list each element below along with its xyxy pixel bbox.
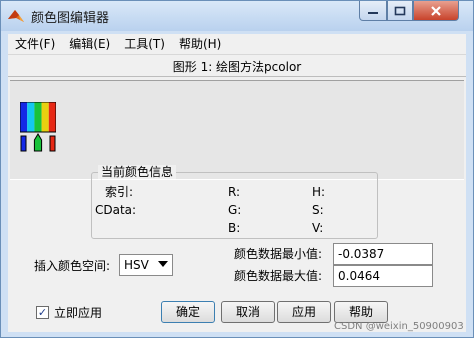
apply-now-label[interactable]: 立即应用 (54, 306, 102, 320)
apply-now-checkbox[interactable]: ✓ (36, 306, 49, 319)
colormap-editor-window: 颜色图编辑器 文件(F) 编辑(E) 工具(T) 帮助(H) 图形 1: 绘图方… (0, 0, 474, 338)
menu-bar: 文件(F) 编辑(E) 工具(T) 帮助(H) (8, 34, 466, 55)
cdata-label: CData: (95, 203, 137, 217)
window-title: 颜色图编辑器 (31, 11, 110, 26)
v-label: V: (312, 221, 324, 235)
cancel-button[interactable]: 取消 (221, 301, 275, 323)
marker-swatch[interactable] (49, 135, 56, 152)
menu-tools[interactable]: 工具(T) (117, 34, 172, 55)
r-label: R: (228, 185, 241, 199)
maximize-icon (394, 6, 406, 15)
marker-swatch[interactable] (20, 135, 27, 152)
interp-space-label: 插入颜色空间: (34, 259, 111, 273)
color-swatch[interactable] (20, 102, 28, 132)
colormap-preview[interactable] (10, 80, 464, 180)
selected-marker-icon[interactable] (33, 133, 43, 152)
menu-file[interactable]: 文件(F) (8, 34, 62, 55)
color-swatch[interactable] (48, 102, 56, 132)
minimize-button[interactable] (359, 1, 387, 21)
close-button[interactable] (413, 1, 459, 21)
minimize-icon (368, 11, 378, 14)
index-label: 索引: (105, 185, 134, 199)
color-swatch[interactable] (34, 102, 42, 132)
color-swatch[interactable] (41, 102, 49, 132)
watermark: CSDN @weixin_50900903 (334, 321, 464, 332)
cdata-min-label: 颜色数据最小值: (234, 247, 323, 261)
h-label: H: (312, 185, 326, 199)
menu-help[interactable]: 帮助(H) (172, 34, 228, 55)
title-bar[interactable]: 颜色图编辑器 (1, 1, 473, 31)
interp-space-value: HSV (124, 258, 149, 272)
client-area: 图形 1: 绘图方法pcolor 当前颜色信息 索引: CData: R: G:… (8, 55, 466, 332)
cdata-min-input[interactable]: -0.0387 (333, 243, 433, 265)
color-swatch[interactable] (27, 102, 35, 132)
colormap-strip[interactable] (20, 102, 56, 152)
s-label: S: (312, 203, 324, 217)
close-icon (431, 5, 441, 16)
cdata-max-label: 颜色数据最大值: (234, 269, 323, 283)
matlab-icon (8, 10, 24, 22)
color-info-title: 当前颜色信息 (98, 165, 177, 179)
figure-label: 图形 1: 绘图方法pcolor (8, 57, 466, 77)
maximize-button[interactable] (387, 1, 413, 21)
apply-button[interactable]: 应用 (277, 301, 331, 323)
menu-edit[interactable]: 编辑(E) (62, 34, 117, 55)
ok-button[interactable]: 确定 (161, 301, 215, 323)
dropdown-arrow-icon (158, 261, 168, 267)
g-label: G: (228, 203, 242, 217)
cdata-max-input[interactable]: 0.0464 (333, 265, 433, 287)
b-label: B: (228, 221, 241, 235)
interp-space-select[interactable]: HSV (119, 254, 173, 276)
help-button[interactable]: 帮助 (334, 301, 388, 323)
